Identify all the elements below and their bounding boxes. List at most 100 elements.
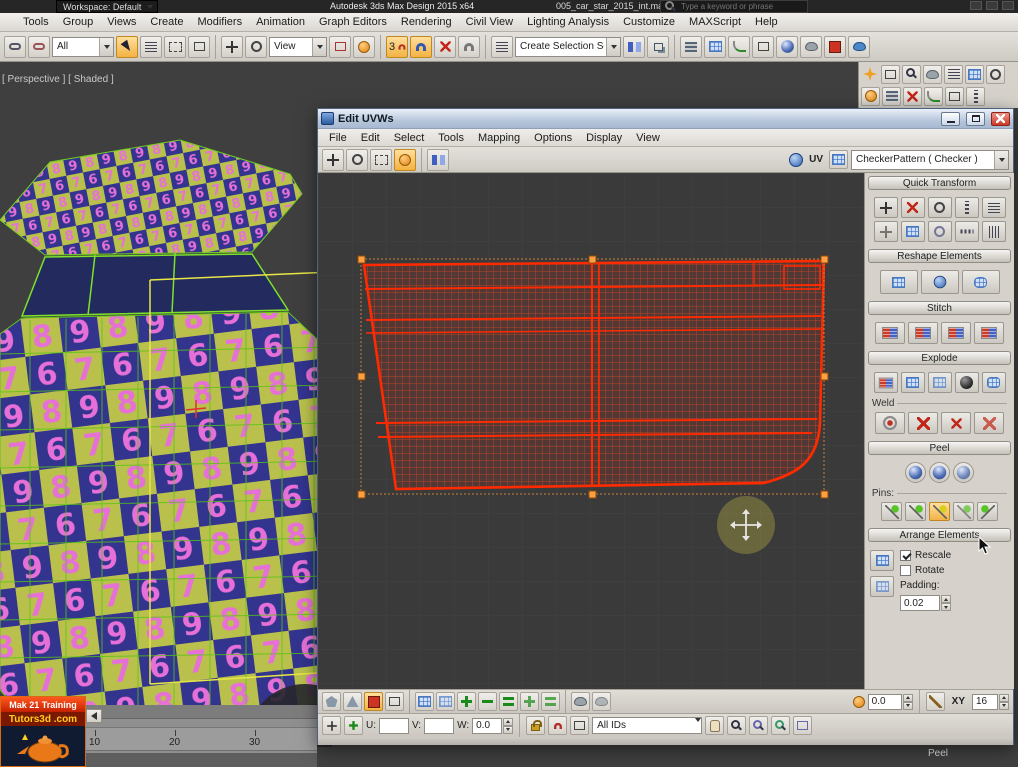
grow-loop-button[interactable] xyxy=(520,692,539,711)
rescale-checkbox[interactable] xyxy=(900,550,911,561)
dialog-titlebar[interactable]: Edit UVWs xyxy=(318,109,1013,129)
curve-editor-button[interactable] xyxy=(728,35,750,58)
use-pivot-point-button[interactable] xyxy=(353,35,375,58)
rectangular-selection-region-button[interactable] xyxy=(164,35,186,58)
qt-rotate-ccw-button[interactable] xyxy=(927,221,952,242)
menu-rendering[interactable]: Rendering xyxy=(394,13,459,31)
relax-button[interactable] xyxy=(920,270,959,294)
stitch-custom-button[interactable] xyxy=(875,322,905,344)
dropdown-arrow[interactable] xyxy=(695,718,702,733)
menu-modifiers[interactable]: Modifiers xyxy=(190,13,249,31)
soft-selection-lasso-button[interactable] xyxy=(322,692,341,711)
peel-reset-button[interactable] xyxy=(953,462,974,483)
uvw-mirror-button[interactable] xyxy=(427,148,449,171)
command-panel-icon[interactable] xyxy=(944,64,963,84)
ribbon-toggle-button[interactable] xyxy=(704,35,726,58)
command-panel-icon[interactable] xyxy=(882,86,901,106)
menu-maxscript[interactable]: MAXScript xyxy=(682,13,748,31)
command-panel-icon[interactable] xyxy=(945,86,964,106)
help-search-box[interactable] xyxy=(660,0,808,13)
mirror-button[interactable] xyxy=(623,35,645,58)
padding-value[interactable]: 0.02 xyxy=(900,595,940,611)
uvw-move-button[interactable] xyxy=(322,148,344,171)
minimize-button[interactable] xyxy=(941,111,960,126)
break-button[interactable] xyxy=(974,412,1004,434)
axis-label[interactable]: XY xyxy=(948,694,969,710)
dropdown-arrow[interactable] xyxy=(994,150,1008,169)
menu-customize[interactable]: Customize xyxy=(616,13,682,31)
zoom-extents-button[interactable] xyxy=(771,716,791,735)
flatten-polygon-button[interactable] xyxy=(900,372,925,393)
light-icon[interactable] xyxy=(861,65,879,83)
uvw-freeform-button[interactable] xyxy=(394,148,416,171)
qt-space-v-button[interactable] xyxy=(954,221,979,242)
qt-space-h-button[interactable] xyxy=(954,197,979,218)
absolute-mode-button[interactable] xyxy=(322,716,341,735)
render-production-button[interactable] xyxy=(848,35,870,58)
w-spinner[interactable]: 0.0 xyxy=(472,717,514,734)
command-panel-icon[interactable] xyxy=(965,64,984,84)
command-panel-icon[interactable] xyxy=(903,86,922,106)
relax-until-flat-button[interactable] xyxy=(879,270,918,294)
falloff-value[interactable]: 0.0 xyxy=(867,693,902,710)
zoom-to-gizmo-button[interactable] xyxy=(793,716,813,735)
command-panel-icon[interactable] xyxy=(966,86,985,106)
uv-editor-canvas[interactable] xyxy=(318,173,864,689)
padding-spinner[interactable]: 0.02 xyxy=(900,595,951,611)
selection-filter-dropdown[interactable]: All xyxy=(52,36,114,57)
hide-selected-button[interactable] xyxy=(570,716,590,735)
command-panel-icon[interactable] xyxy=(881,64,900,84)
zoom-button[interactable] xyxy=(727,716,747,735)
texture-list-button[interactable] xyxy=(829,150,848,169)
menu-civil-view[interactable]: Civil View xyxy=(459,13,520,31)
w-value[interactable]: 0.0 xyxy=(472,717,503,734)
spinner-arrows[interactable] xyxy=(941,595,951,611)
menu-tools[interactable]: Tools xyxy=(16,13,56,31)
render-setup-button[interactable] xyxy=(800,35,822,58)
workspace-dropdown[interactable]: Workspace: Default xyxy=(56,0,159,13)
rollout-header-quick-transform[interactable]: Quick Transform xyxy=(868,176,1011,190)
spinner-arrows[interactable] xyxy=(999,693,1009,710)
snaps-toggle-button[interactable]: 3 xyxy=(386,35,408,58)
weld-selected-button[interactable] xyxy=(908,412,938,434)
uvw-rotate-button[interactable] xyxy=(346,148,368,171)
uvw-menu-mapping[interactable]: Mapping xyxy=(471,129,527,146)
sync-selection-button[interactable] xyxy=(436,692,455,711)
brush-falloff-icon[interactable] xyxy=(852,695,865,708)
soft-selection-edge-button[interactable] xyxy=(385,692,404,711)
menu-graph-editors[interactable]: Graph Editors xyxy=(312,13,394,31)
select-and-move-button[interactable] xyxy=(221,35,243,58)
rotate-checkbox[interactable] xyxy=(900,565,911,576)
shrink-selection-button[interactable] xyxy=(478,692,497,711)
texture-pattern-dropdown[interactable]: CheckerPattern ( Checker ) xyxy=(851,149,1009,170)
menu-animation[interactable]: Animation xyxy=(249,13,312,31)
dropdown-arrow[interactable] xyxy=(606,37,620,56)
close-button[interactable] xyxy=(991,111,1010,126)
named-selection-sets-dropdown[interactable]: Create Selection Se xyxy=(515,36,621,57)
command-panel-icon[interactable] xyxy=(923,64,942,84)
soft-selection-toggle-button[interactable] xyxy=(364,692,383,711)
menu-help[interactable]: Help xyxy=(748,13,785,31)
loop-selection-button[interactable] xyxy=(499,692,518,711)
favorites-icon[interactable] xyxy=(986,1,998,10)
community-icon[interactable] xyxy=(970,1,982,10)
select-object-button[interactable] xyxy=(116,35,138,58)
uvw-menu-file[interactable]: File xyxy=(322,129,354,146)
window-crossing-button[interactable] xyxy=(188,35,210,58)
qt-grid-button[interactable] xyxy=(900,221,925,242)
rollout-header-reshape[interactable]: Reshape Elements xyxy=(868,249,1011,263)
uvw-scale-button[interactable] xyxy=(370,148,392,171)
edit-named-selection-sets-button[interactable] xyxy=(491,35,513,58)
pan-button[interactable] xyxy=(705,716,725,735)
command-panel-icon[interactable] xyxy=(861,86,880,106)
command-panel-icon[interactable] xyxy=(924,86,943,106)
weld-target-button[interactable] xyxy=(875,412,905,434)
quick-peel-button[interactable] xyxy=(905,462,926,483)
qt-rotate-cw-button[interactable] xyxy=(927,197,952,218)
dialog-resize-grip[interactable] xyxy=(318,737,1013,745)
uvw-menu-options[interactable]: Options xyxy=(527,129,579,146)
stitch-average-button[interactable] xyxy=(941,322,971,344)
search-input[interactable] xyxy=(681,2,803,11)
paint-select-button[interactable] xyxy=(571,692,590,711)
zoom-region-button[interactable] xyxy=(749,716,769,735)
